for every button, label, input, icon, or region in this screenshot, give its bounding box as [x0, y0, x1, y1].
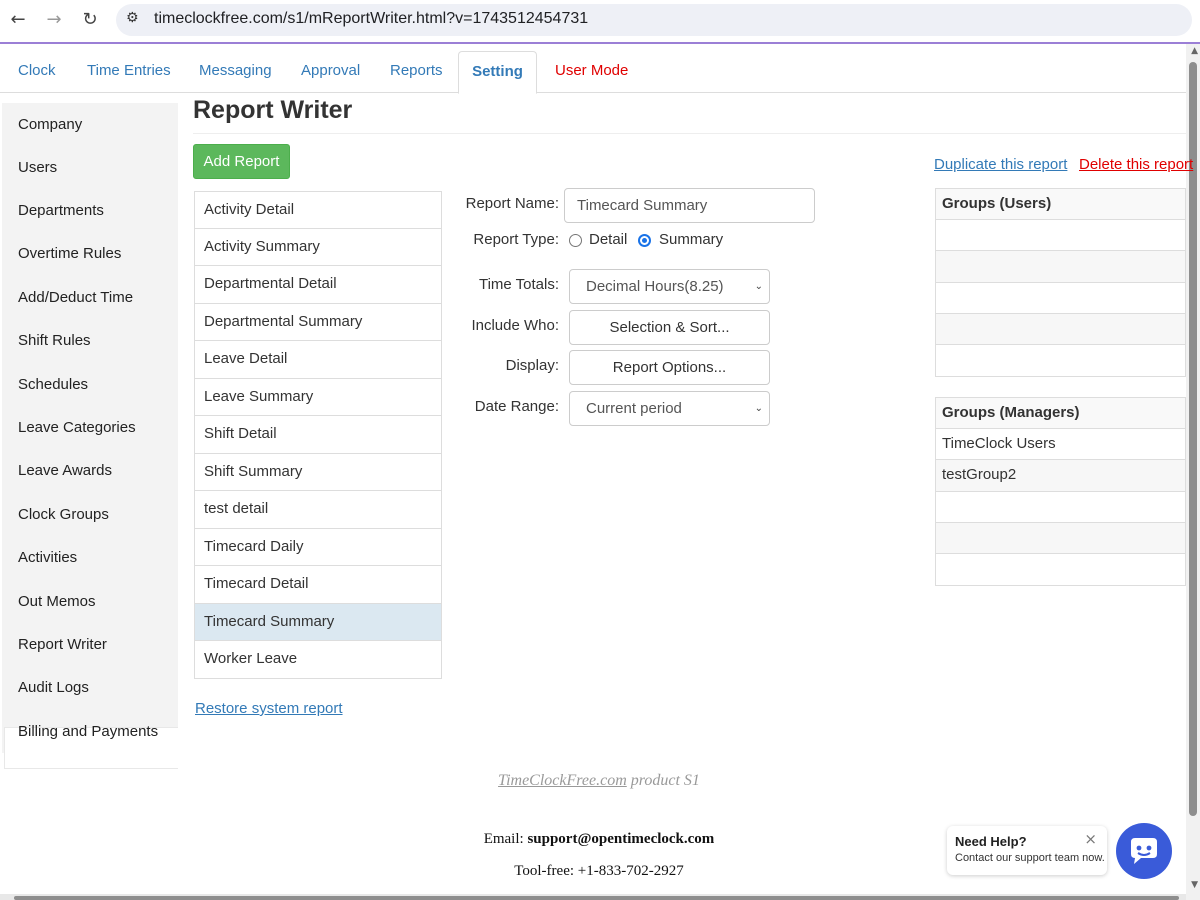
restore-system-report-link[interactable]: Restore system report — [195, 700, 343, 717]
scroll-down-icon[interactable]: ▼ — [1191, 880, 1198, 890]
footer-email-value: support@opentimeclock.com — [527, 831, 715, 847]
footer-product: TimeClockFree.com product S1 — [0, 772, 1198, 790]
report-item-activity-summary[interactable]: Activity Summary — [194, 228, 442, 266]
selection-sort-button[interactable]: Selection & Sort... — [569, 310, 770, 345]
tab-messaging[interactable]: Messaging — [199, 51, 272, 93]
groups-users-header: Groups (Users) — [936, 189, 1185, 220]
groups-users-row[interactable] — [936, 283, 1185, 314]
groups-managers-table: Groups (Managers) TimeClock Users testGr… — [935, 397, 1186, 587]
report-item-leave-summary[interactable]: Leave Summary — [194, 378, 442, 416]
groups-managers-row[interactable] — [936, 522, 1185, 555]
help-subtitle: Contact our support team now. — [955, 852, 1105, 864]
reload-icon[interactable]: ↻ — [78, 8, 102, 32]
report-item-worker-leave[interactable]: Worker Leave — [194, 641, 442, 679]
chevron-down-icon: ⌄ — [754, 403, 763, 414]
groups-managers-row[interactable]: testGroup2 — [936, 460, 1185, 492]
footer-email-label: Email: — [483, 831, 528, 847]
report-item-timecard-summary[interactable]: Timecard Summary — [194, 603, 442, 641]
report-item-shift-detail[interactable]: Shift Detail — [194, 416, 442, 454]
sidebar-item-users[interactable]: Users — [18, 159, 57, 176]
groups-users-row[interactable] — [936, 220, 1185, 252]
groups-users-row[interactable] — [936, 313, 1185, 346]
include-who-label: Include Who: — [471, 317, 559, 334]
report-type-summary-radio[interactable] — [638, 234, 651, 247]
date-range-select[interactable]: Current period ⌄ — [569, 391, 770, 426]
report-item-timecard-daily[interactable]: Timecard Daily — [194, 528, 442, 566]
report-name-label: Report Name: — [465, 195, 559, 212]
report-item-activity-detail[interactable]: Activity Detail — [194, 191, 442, 229]
sidebar-item-activities[interactable]: Activities — [18, 549, 77, 566]
groups-managers-row[interactable] — [936, 492, 1185, 523]
help-popup[interactable]: Need Help? Contact our support team now.… — [947, 826, 1107, 875]
tab-time-entries[interactable]: Time Entries — [87, 51, 171, 93]
delete-report-link[interactable]: Delete this report — [1079, 156, 1193, 173]
sidebar-item-out-memos[interactable]: Out Memos — [18, 593, 96, 610]
groups-managers-header: Groups (Managers) — [936, 398, 1185, 429]
report-item-departmental-detail[interactable]: Departmental Detail — [194, 266, 442, 304]
report-type-summary-label[interactable]: Summary — [659, 231, 723, 248]
horizontal-scroll-thumb[interactable] — [14, 896, 1179, 900]
footer-product-link[interactable]: TimeClockFree.com — [498, 772, 627, 789]
sidebar-item-departments[interactable]: Departments — [18, 202, 104, 219]
tab-user-mode[interactable]: User Mode — [555, 51, 628, 93]
sidebar-item-clock-groups[interactable]: Clock Groups — [18, 506, 109, 523]
time-totals-value: Decimal Hours(8.25) — [586, 278, 724, 295]
sidebar-item-add-deduct-time[interactable]: Add/Deduct Time — [18, 289, 133, 306]
close-icon[interactable]: × — [1084, 830, 1097, 848]
tab-clock[interactable]: Clock — [18, 51, 56, 93]
report-item-departmental-summary[interactable]: Departmental Summary — [194, 303, 442, 341]
report-name-input[interactable]: Timecard Summary — [564, 188, 815, 223]
scroll-up-icon[interactable]: ▲ — [1191, 46, 1198, 56]
groups-users-row[interactable] — [936, 251, 1185, 283]
time-totals-select[interactable]: Decimal Hours(8.25) ⌄ — [569, 269, 770, 304]
sidebar-item-overtime-rules[interactable]: Overtime Rules — [18, 245, 121, 262]
back-arrow-icon[interactable]: ← — [6, 8, 30, 32]
groups-users-row[interactable] — [936, 345, 1185, 376]
site-settings-icon[interactable]: ⚙ — [126, 10, 139, 26]
footer-product-suffix: product S1 — [626, 772, 700, 789]
groups-managers-row[interactable] — [936, 554, 1185, 585]
groups-managers-row[interactable]: TimeClock Users — [936, 429, 1185, 461]
title-divider — [193, 133, 1186, 134]
display-label: Display: — [505, 357, 559, 374]
sidebar-item-shift-rules[interactable]: Shift Rules — [18, 332, 91, 349]
forward-arrow-icon[interactable]: → — [42, 8, 66, 32]
tab-approval[interactable]: Approval — [301, 51, 360, 93]
report-item-leave-detail[interactable]: Leave Detail — [194, 341, 442, 379]
sidebar-item-billing-payments[interactable]: Billing and Payments — [18, 723, 158, 740]
report-type-label: Report Type: — [473, 231, 559, 248]
tab-setting[interactable]: Setting — [458, 51, 537, 94]
chat-bubble-icon — [1131, 838, 1157, 864]
chevron-down-icon: ⌄ — [754, 281, 763, 292]
add-report-button[interactable]: Add Report — [193, 144, 290, 179]
tab-reports[interactable]: Reports — [390, 51, 443, 93]
address-bar[interactable]: ⚙ timeclockfree.com/s1/mReportWriter.htm… — [116, 4, 1192, 36]
report-item-timecard-detail[interactable]: Timecard Detail — [194, 566, 442, 604]
report-type-detail-radio[interactable] — [569, 234, 582, 247]
top-tab-bar: Clock Time Entries Messaging Approval Re… — [0, 51, 1186, 94]
duplicate-report-link[interactable]: Duplicate this report — [934, 156, 1067, 173]
report-item-shift-summary[interactable]: Shift Summary — [194, 453, 442, 491]
url-text[interactable]: timeclockfree.com/s1/mReportWriter.html?… — [154, 10, 588, 28]
sidebar-item-report-writer[interactable]: Report Writer — [18, 636, 107, 653]
sidebar-item-schedules[interactable]: Schedules — [18, 376, 88, 393]
help-title: Need Help? — [955, 834, 1027, 849]
sidebar-item-leave-awards[interactable]: Leave Awards — [18, 462, 112, 479]
report-list: Activity Detail Activity Summary Departm… — [194, 191, 442, 679]
sidebar-item-company[interactable]: Company — [18, 116, 82, 133]
vertical-scroll-thumb[interactable] — [1189, 62, 1197, 816]
sidebar-item-leave-categories[interactable]: Leave Categories — [18, 419, 136, 436]
report-item-test-detail[interactable]: test detail — [194, 491, 442, 529]
time-totals-label: Time Totals: — [478, 276, 559, 293]
date-range-value: Current period — [586, 400, 682, 417]
settings-sidebar: Company Users Departments Overtime Rules… — [2, 103, 178, 769]
report-options-button[interactable]: Report Options... — [569, 350, 770, 385]
chat-button[interactable] — [1116, 823, 1172, 879]
report-type-detail-label[interactable]: Detail — [589, 231, 627, 248]
browser-toolbar: ← → ↻ ⚙ timeclockfree.com/s1/mReportWrit… — [0, 0, 1200, 44]
groups-users-table: Groups (Users) — [935, 188, 1186, 378]
date-range-label: Date Range: — [474, 398, 559, 415]
sidebar-item-audit-logs[interactable]: Audit Logs — [18, 679, 89, 696]
page-title: Report Writer — [193, 96, 353, 124]
